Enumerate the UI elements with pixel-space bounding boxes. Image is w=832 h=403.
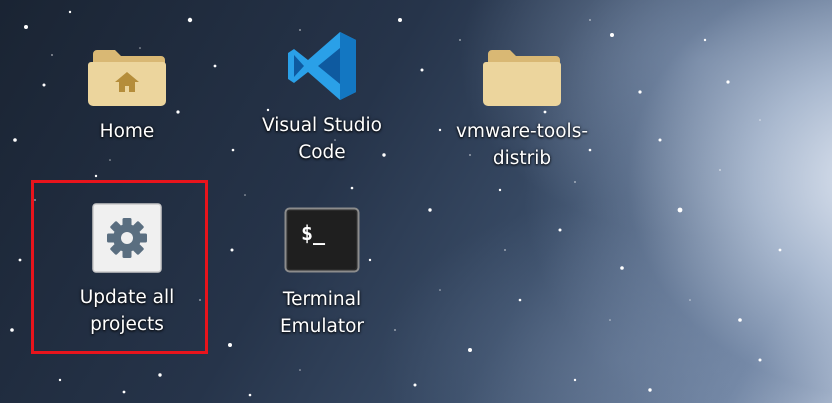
- vscode-icon: [282, 26, 362, 106]
- desktop-icon-label: Terminal Emulator: [279, 289, 365, 337]
- desktop-icon-label: Visual Studio Code: [261, 115, 383, 163]
- desktop-icon-update-all-projects[interactable]: Update all projects: [52, 198, 202, 338]
- folder-icon: [482, 32, 562, 112]
- desktop-background: Home Visual Studio Code vmware-tools-dis…: [0, 0, 832, 403]
- gear-icon: [87, 198, 167, 278]
- folder-home-icon: [87, 32, 167, 112]
- terminal-prompt-glyph: $_: [300, 221, 326, 245]
- desktop-icon-home[interactable]: Home: [52, 32, 202, 145]
- desktop-icon-terminal-emulator[interactable]: $_ Terminal Emulator: [247, 200, 397, 340]
- desktop-icon-label: Home: [99, 121, 155, 142]
- desktop-icon-label: vmware-tools-distrib: [455, 121, 589, 169]
- desktop-icon-vmware-tools-distrib[interactable]: vmware-tools-distrib: [447, 32, 597, 172]
- desktop-icon-vscode[interactable]: Visual Studio Code: [247, 26, 397, 166]
- terminal-icon: $_: [282, 200, 362, 280]
- desktop-icon-label: Update all projects: [79, 287, 175, 335]
